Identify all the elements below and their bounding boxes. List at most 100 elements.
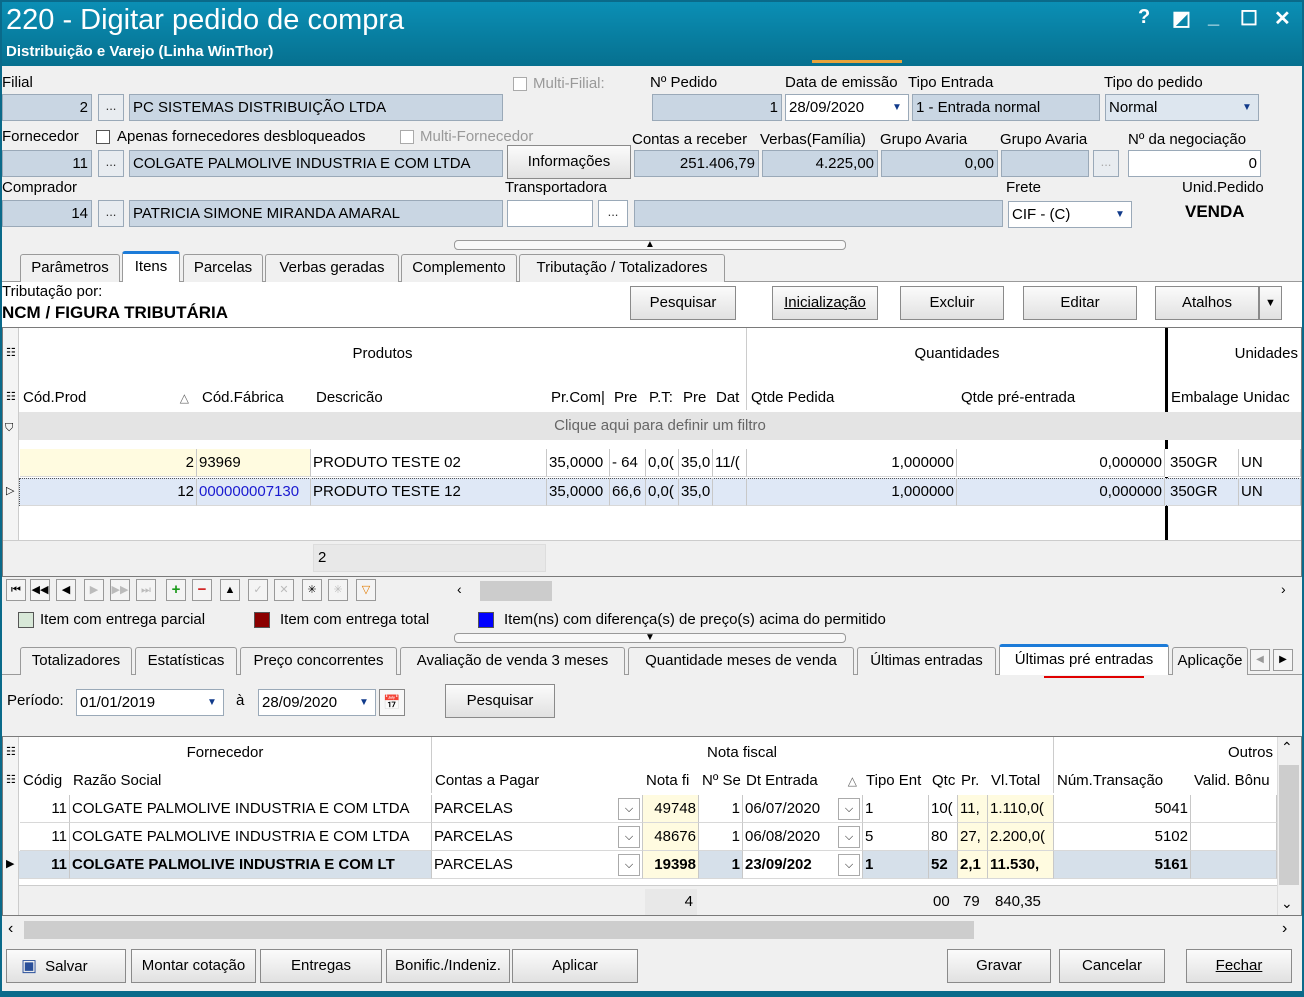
cell-vl-total[interactable]: 2.200,0( — [988, 823, 1054, 851]
cell-codigo[interactable]: 11 — [20, 795, 70, 823]
scroll-left-icon[interactable]: ‹ — [8, 920, 13, 938]
cell-qtd[interactable]: 10( — [929, 795, 958, 823]
scroll-down-icon[interactable]: ⌄ — [1281, 895, 1293, 912]
editar-button[interactable]: Editar — [1023, 286, 1137, 320]
cell-nota-fiscal[interactable]: 49748 — [643, 795, 699, 823]
col-valid-bonus[interactable]: Valid. Bônu — [1191, 767, 1277, 795]
cell-num-transacao[interactable]: 5161 — [1054, 851, 1191, 879]
col-qtd[interactable]: Qtc — [929, 767, 958, 795]
filial-name-field[interactable]: PC SISTEMAS DISTRIBUIÇÃO LTDA — [129, 94, 503, 121]
filter-icon[interactable]: ▽ — [356, 579, 376, 601]
fornecedor-lookup-button[interactable]: ... — [98, 150, 124, 177]
cell-nota-fiscal[interactable]: 48676 — [643, 823, 699, 851]
cell-dat[interactable] — [713, 478, 747, 506]
tab-estatisticas[interactable]: Estatísticas — [135, 647, 237, 675]
dropdown-arrow-icon[interactable]: ▼ — [1111, 205, 1129, 224]
excluir-button[interactable]: Excluir — [900, 286, 1004, 320]
cell-preco[interactable]: 2,1 — [958, 851, 988, 879]
chevron-down-icon[interactable]: ⌵ — [838, 826, 860, 848]
col-embalagem[interactable]: Embalage — [1168, 384, 1239, 412]
cell-contas-pagar[interactable]: PARCELAS ⌵ — [432, 823, 643, 851]
cell-embalagem[interactable]: 350GR — [1168, 478, 1239, 506]
dropdown-arrow-icon[interactable]: ▼ — [1238, 98, 1256, 117]
cell-dt-entrada[interactable]: 23/09/202 ⌵ — [743, 851, 863, 879]
chevron-down-icon[interactable]: ⌵ — [618, 798, 640, 820]
cancelar-button[interactable]: Cancelar — [1059, 949, 1165, 983]
negociacao-field[interactable]: 0 — [1128, 150, 1261, 177]
cell-pr-com[interactable]: 35,0000 — [547, 449, 610, 477]
col-vl-total[interactable]: Vl.Total — [988, 767, 1053, 795]
cell-numero-serie[interactable]: 1 — [699, 795, 743, 823]
col-contas-pagar[interactable]: Contas a Pagar — [432, 767, 642, 795]
cell-nota-fiscal[interactable]: 19398 — [643, 851, 699, 879]
column-chooser-icon[interactable]: ☷ — [6, 346, 16, 359]
first-page-icon[interactable]: ⏮ — [6, 579, 26, 601]
last-page-icon[interactable]: ⏭ — [136, 579, 156, 601]
cell-pt[interactable]: 0,0( — [646, 478, 679, 506]
cell-pre[interactable]: 66,6 — [610, 478, 646, 506]
col-num-transacao[interactable]: Núm.Transação — [1054, 767, 1189, 795]
help-button[interactable]: ? — [1138, 6, 1150, 29]
tab-parcelas[interactable]: Parcelas — [183, 254, 263, 282]
comprador-lookup-button[interactable]: ... — [98, 200, 124, 227]
pedido-field[interactable]: 1 — [652, 94, 782, 121]
cell-valid-bonus[interactable] — [1191, 823, 1277, 851]
atalhos-button[interactable]: Atalhos — [1155, 286, 1259, 320]
cell-cod-prod[interactable]: 12 — [20, 478, 197, 506]
cell-qtde-pedida[interactable]: 1,000000 — [747, 449, 957, 477]
cell-cod-prod[interactable]: 2 — [20, 449, 197, 477]
tab-avaliacao-venda[interactable]: Avaliação de venda 3 meses — [400, 647, 625, 675]
col-pre2[interactable]: Pre — [680, 384, 713, 412]
tab-scroll-left-icon[interactable]: ◀ — [1250, 649, 1270, 671]
cell-preco[interactable]: 11, — [958, 795, 988, 823]
cell-dat[interactable]: 11/( — [713, 449, 747, 477]
fornecedor-name-field[interactable]: COLGATE PALMOLIVE INDUSTRIA E COM LTDA — [129, 150, 503, 177]
horizontal-scrollbar[interactable]: ‹ › — [2, 918, 1302, 942]
refresh-icon[interactable]: ✳ — [302, 579, 322, 601]
cell-num-transacao[interactable]: 5102 — [1054, 823, 1191, 851]
col-dat[interactable]: Dat — [713, 384, 747, 412]
col-pre[interactable]: Pre — [611, 384, 646, 412]
cell-pre2[interactable]: 35,0 — [679, 449, 713, 477]
col-cod-fabrica[interactable]: Cód.Fábrica — [199, 384, 311, 412]
salvar-button[interactable]: ▣ Salvar — [6, 949, 126, 983]
calendar-icon[interactable]: 📅 — [379, 689, 405, 716]
montar-cotacao-button[interactable]: Montar cotação — [131, 949, 256, 983]
cell-cod-fabrica[interactable]: 93969 — [197, 449, 311, 477]
cell-descricao[interactable]: PRODUTO TESTE 02 — [311, 449, 547, 477]
restore-button[interactable]: ◩ — [1172, 6, 1191, 31]
tab-ultimas-pre-entradas[interactable]: Últimas pré entradas — [999, 644, 1169, 675]
inicializacao-button[interactable]: Inicialização — [772, 286, 878, 320]
filial-code-field[interactable]: 2 — [2, 94, 92, 121]
maximize-button[interactable]: ☐ — [1240, 6, 1258, 31]
col-numero-serie[interactable]: Nº Se — [699, 767, 742, 795]
cell-qtde-pedida[interactable]: 1,000000 — [747, 478, 957, 506]
scroll-left-icon[interactable]: ‹ — [457, 581, 462, 597]
cell-descricao[interactable]: PRODUTO TESTE 12 — [311, 478, 547, 506]
fechar-button[interactable]: Fechar — [1186, 949, 1292, 983]
col-pt[interactable]: P.T: — [646, 384, 679, 412]
tab-parametros[interactable]: Parâmetros — [20, 254, 120, 282]
cell-contas-pagar[interactable]: PARCELAS ⌵ — [432, 795, 643, 823]
col-dt-entrada[interactable]: Dt Entrada △ — [743, 767, 863, 795]
atalhos-dropdown-button[interactable]: ▼ — [1259, 286, 1282, 320]
col-codigo[interactable]: Códig — [20, 767, 70, 795]
cell-pr-com[interactable]: 35,0000 — [547, 478, 610, 506]
col-qtde-pedida[interactable]: Qtde Pedida — [748, 384, 956, 412]
cell-unidade[interactable]: UN — [1239, 449, 1301, 477]
bonificacao-button[interactable]: Bonific./Indeniz. — [386, 949, 510, 983]
cell-dt-entrada[interactable]: 06/07/2020 ⌵ — [743, 795, 863, 823]
emissao-date-field[interactable]: 28/09/2020 ▼ — [785, 94, 909, 121]
chevron-down-icon[interactable]: ⌵ — [838, 798, 860, 820]
comprador-name-field[interactable]: PATRICIA SIMONE MIRANDA AMARAL — [129, 200, 503, 227]
tab-tributacao-totalizadores[interactable]: Tributação / Totalizadores — [519, 254, 725, 282]
scroll-up-icon[interactable]: ⌃ — [1281, 739, 1293, 756]
cell-vl-total[interactable]: 1.110,0( — [988, 795, 1054, 823]
column-chooser-icon[interactable]: ☷ — [6, 773, 16, 786]
filter-row[interactable]: Clique aqui para definir um filtro — [19, 412, 1301, 440]
col-descricao[interactable]: Descricão — [313, 384, 547, 412]
cell-qtde-pre-entrada[interactable]: 0,000000 — [957, 449, 1165, 477]
tab-complemento[interactable]: Complemento — [401, 254, 517, 282]
apenas-desbloqueados-checkbox[interactable] — [96, 130, 110, 144]
add-record-icon[interactable]: + — [166, 579, 186, 601]
